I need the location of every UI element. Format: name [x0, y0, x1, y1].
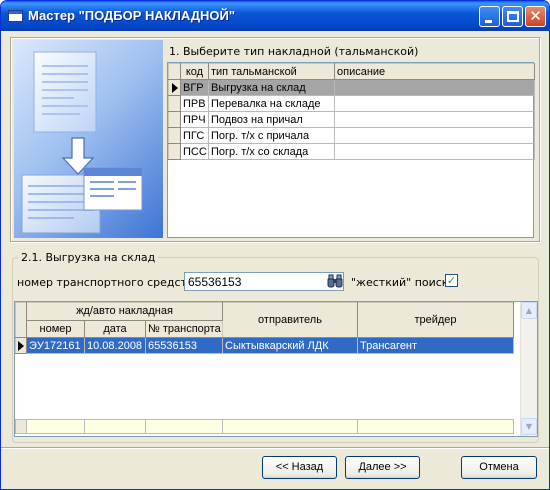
row-indicator-header — [15, 302, 27, 338]
scroll-down-icon[interactable]: ▼ — [521, 418, 537, 435]
row-description[interactable] — [334, 127, 535, 144]
table-row[interactable]: ЭУ172161 10.08.2008 65536153 Сыктывкарск… — [15, 337, 514, 354]
row-code[interactable]: ПРЧ — [180, 111, 209, 128]
minimize-button[interactable] — [479, 6, 500, 27]
col-date[interactable]: дата — [84, 319, 146, 338]
footer-divider — [1, 447, 549, 449]
minimize-icon — [485, 20, 492, 23]
title-bar[interactable]: Мастер "ПОДБОР НАКЛАДНОЙ" ✕ — [1, 1, 549, 31]
table-row[interactable]: ПГС Погр. т/х с причала — [168, 127, 535, 144]
row-indicator-header — [168, 63, 181, 80]
vehicle-number-input[interactable]: 65536153 — [184, 272, 344, 291]
row-type[interactable]: Подвоз на причал — [208, 111, 335, 128]
row-code[interactable]: ПГС — [180, 127, 209, 144]
table-row[interactable]: ПРВ Перевалка на складе — [168, 95, 535, 112]
row-type[interactable]: Погр. т/х с причала — [208, 127, 335, 144]
totals-row — [15, 419, 514, 434]
row-code[interactable]: ПРВ — [180, 95, 209, 112]
vertical-scrollbar[interactable]: ▲ ▼ — [520, 302, 537, 436]
row-trader[interactable]: Трансагент — [357, 337, 514, 354]
row-description[interactable] — [334, 111, 535, 128]
vehicle-number-value: 65536153 — [188, 275, 242, 289]
row-type[interactable]: Перевалка на складе — [208, 95, 335, 112]
col-number[interactable]: номер — [26, 319, 85, 338]
col-sender[interactable]: отправитель — [222, 302, 359, 338]
close-button[interactable]: ✕ — [525, 6, 546, 27]
vehicle-number-label: номер транспортного средства — [17, 276, 201, 289]
waybill-group-header[interactable]: жд/авто накладная — [25, 302, 224, 321]
row-code[interactable]: ПСС — [180, 143, 209, 160]
current-row-indicator-icon — [15, 337, 27, 354]
checkmark-icon: ✓ — [446, 274, 457, 287]
row-description[interactable] — [334, 79, 535, 96]
close-icon: ✕ — [529, 7, 542, 25]
row-code[interactable]: ВГР — [180, 79, 209, 96]
table-row[interactable]: ПРЧ Подвоз на причал — [168, 111, 535, 128]
window-icon — [8, 10, 23, 22]
table-row[interactable]: ПСС Погр. т/х со склада — [168, 143, 535, 160]
col-trader[interactable]: трейдер — [357, 302, 514, 338]
row-type[interactable]: Погр. т/х со склада — [208, 143, 335, 160]
strict-search-checkbox[interactable]: ✓ — [445, 274, 458, 287]
wizard-window: Мастер "ПОДБОР НАКЛАДНОЙ" ✕ 1. Выберите … — [0, 0, 550, 490]
row-sender[interactable]: Сыктывкарский ЛДК — [222, 337, 359, 354]
col-transport[interactable]: № транспорта — [144, 319, 224, 338]
row-description[interactable] — [334, 95, 535, 112]
cancel-button[interactable]: Отмена — [461, 456, 537, 479]
col-description[interactable]: описание — [334, 63, 535, 80]
scroll-up-icon[interactable]: ▲ — [521, 302, 537, 319]
col-code[interactable]: код — [180, 63, 209, 80]
row-date[interactable]: 10.08.2008 — [84, 337, 146, 354]
step2-title: 2.1. Выгрузка на склад — [18, 251, 159, 264]
current-row-indicator-icon — [168, 79, 181, 96]
step1-title: 1. Выберите тип накладной (тальманской) — [169, 45, 419, 58]
row-transport[interactable]: 65536153 — [144, 337, 224, 354]
col-type[interactable]: тип тальманской — [208, 63, 335, 80]
binoculars-icon[interactable] — [327, 273, 343, 289]
strict-search-label: "жесткий" поиск — [351, 276, 449, 289]
wizard-illustration-icon — [14, 40, 163, 238]
maximize-icon — [507, 11, 519, 22]
window-title: Мастер "ПОДБОР НАКЛАДНОЙ" — [28, 8, 236, 23]
row-number[interactable]: ЭУ172161 — [26, 337, 85, 354]
waybill-grid[interactable]: жд/авто накладная отправитель трейдер но… — [14, 301, 538, 437]
row-description[interactable] — [334, 143, 535, 160]
maximize-button[interactable] — [502, 6, 523, 27]
row-type[interactable]: Выгрузка на склад — [208, 79, 335, 96]
invoice-type-grid[interactable]: код тип тальманской описание ВГР Выгрузк… — [167, 62, 535, 238]
back-button[interactable]: << Назад — [262, 456, 337, 479]
table-row[interactable]: ВГР Выгрузка на склад — [168, 79, 535, 96]
next-button[interactable]: Далее >> — [345, 456, 420, 479]
